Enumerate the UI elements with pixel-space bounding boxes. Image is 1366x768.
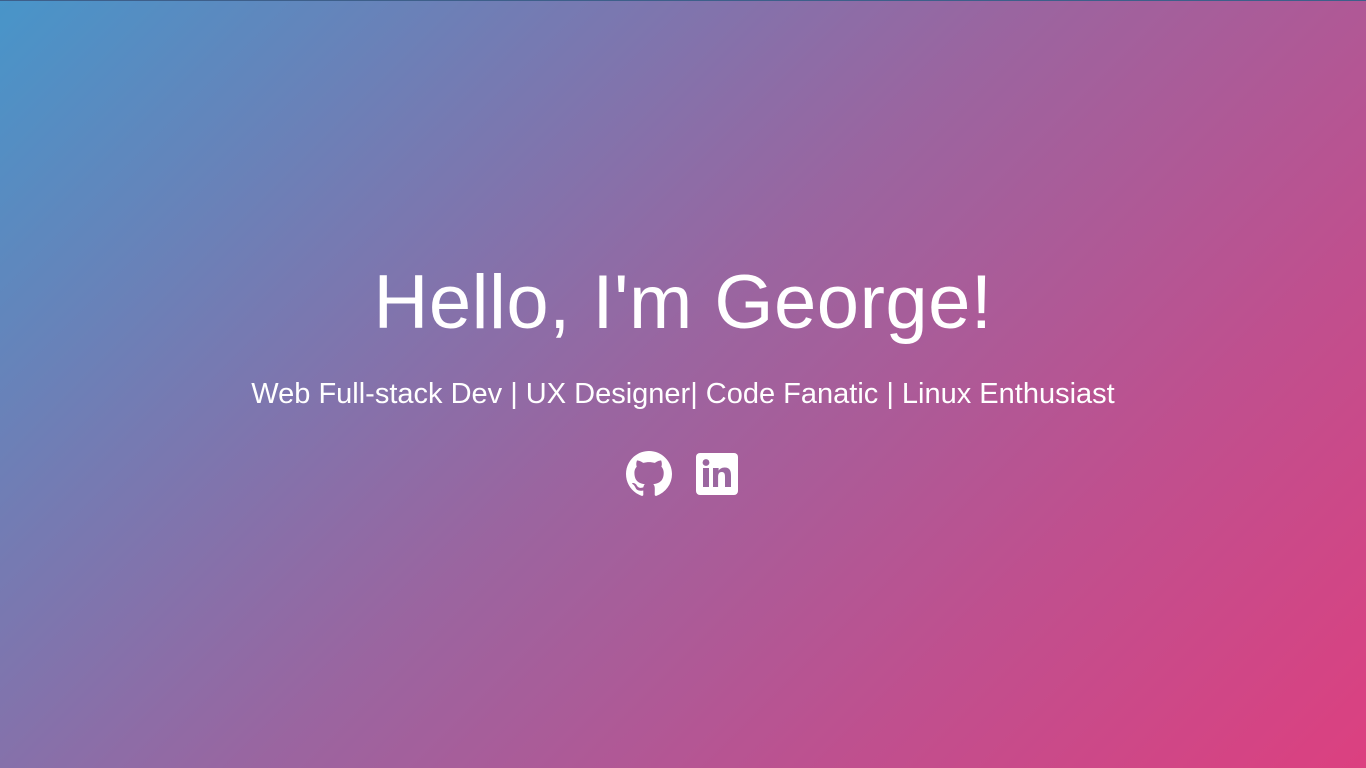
hero-title: Hello, I'm George! bbox=[373, 260, 993, 345]
linkedin-link[interactable] bbox=[694, 451, 740, 497]
hero-section: Hello, I'm George! Web Full-stack Dev | … bbox=[0, 0, 1366, 768]
github-icon bbox=[626, 451, 672, 496]
linkedin-icon bbox=[696, 453, 738, 495]
github-link[interactable] bbox=[626, 451, 672, 497]
hero-subtitle: Web Full-stack Dev | UX Designer| Code F… bbox=[251, 378, 1115, 410]
social-links bbox=[0, 451, 1366, 497]
hero-content: Hello, I'm George! Web Full-stack Dev | … bbox=[0, 259, 1366, 497]
